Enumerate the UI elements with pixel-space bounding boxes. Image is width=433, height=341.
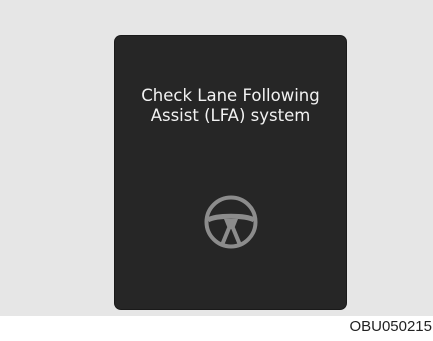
- figure-code: OBU050215: [349, 318, 432, 335]
- steering-wheel-icon: [204, 195, 258, 249]
- warning-line-1: Check Lane Following: [141, 86, 320, 105]
- warning-display: Check Lane Following Assist (LFA) system: [115, 36, 346, 309]
- warning-message: Check Lane Following Assist (LFA) system: [115, 86, 346, 126]
- warning-line-2: Assist (LFA) system: [150, 106, 311, 125]
